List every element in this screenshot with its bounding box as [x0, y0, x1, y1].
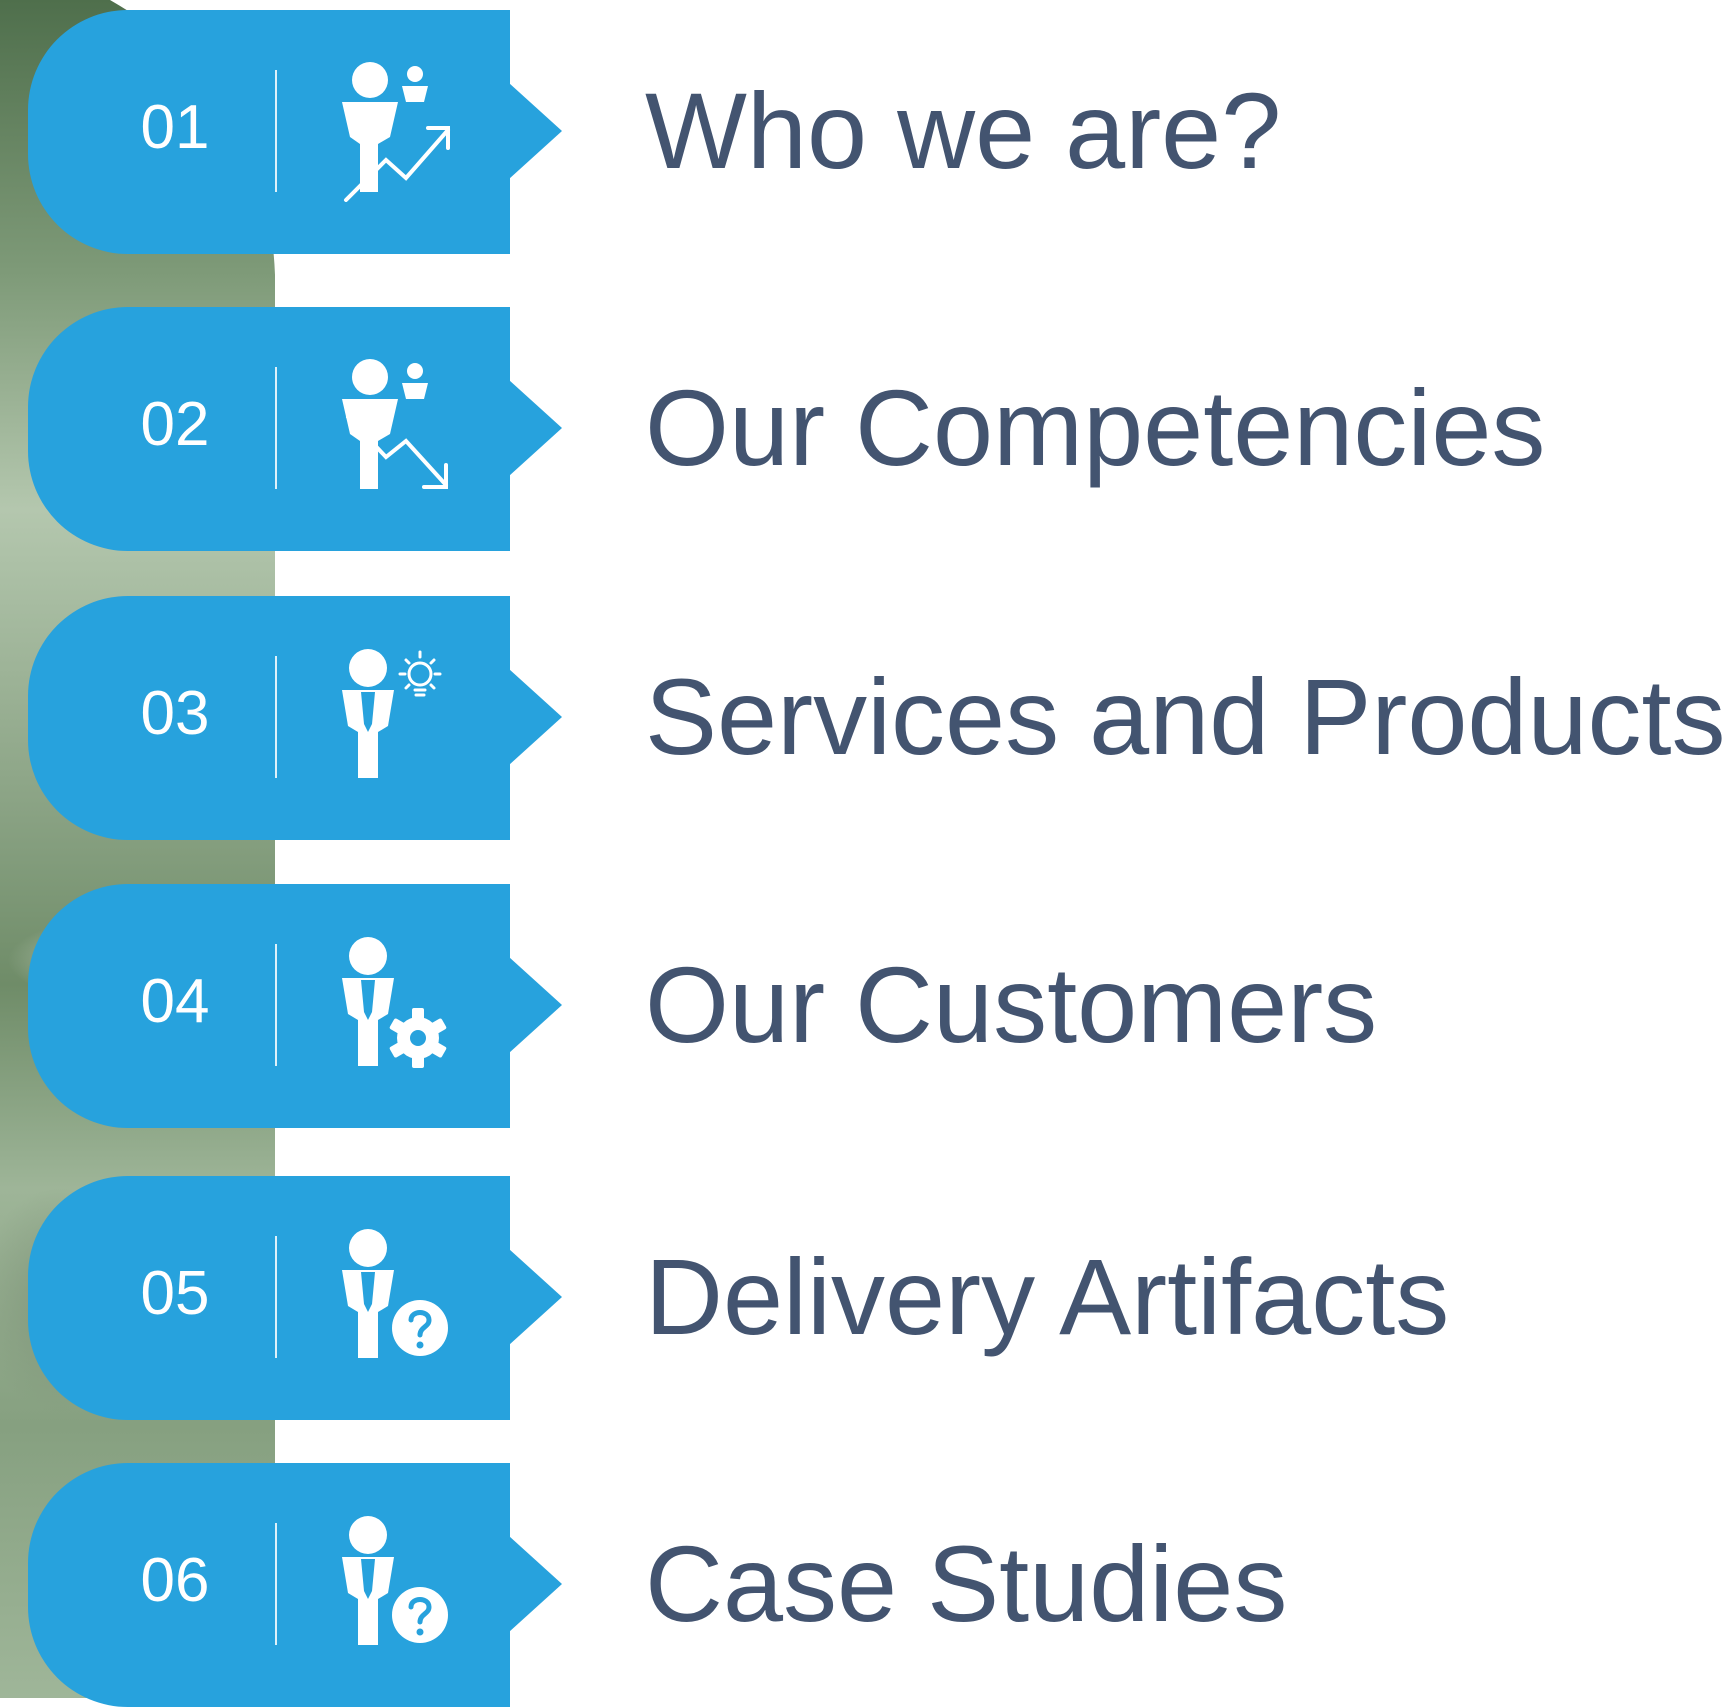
tab-divider	[275, 70, 277, 192]
agenda-label: Our Customers	[645, 944, 1378, 1065]
agenda-item-who-we-are[interactable]: 01 Who we are?	[0, 10, 1731, 254]
person-gear-icon	[342, 937, 447, 1068]
agenda-tab: 04	[28, 884, 510, 1128]
tab-divider	[275, 1523, 277, 1645]
agenda-label: Who we are?	[645, 70, 1282, 191]
agenda-label: Our Competencies	[645, 367, 1546, 488]
agenda-label: Case Studies	[645, 1523, 1288, 1644]
agenda-label: Delivery Artifacts	[645, 1236, 1450, 1357]
agenda-item-our-customers[interactable]: 04 Our Customers	[0, 884, 1731, 1128]
tab-arrow	[509, 83, 562, 179]
tab-arrow	[509, 1249, 562, 1345]
agenda-number: 03	[140, 679, 210, 748]
person-question-icon	[342, 1229, 448, 1358]
agenda-tab: 01	[28, 10, 510, 254]
agenda-item-our-competencies[interactable]: 02 Our Competencies	[0, 307, 1731, 551]
agenda-number: 02	[140, 390, 210, 459]
background-photo	[0, 0, 275, 1698]
person-chart-down-icon	[342, 359, 448, 489]
tab-divider	[275, 1236, 277, 1358]
agenda-tab: 02	[28, 307, 510, 551]
agenda-item-services-and-products[interactable]: 03 Services and Products	[0, 596, 1731, 840]
agenda-number: 05	[140, 1259, 210, 1328]
agenda-label: Services and Products	[645, 656, 1726, 777]
tab-arrow	[509, 957, 562, 1053]
agenda-tab: 05	[28, 1176, 510, 1420]
agenda-number: 04	[140, 967, 210, 1036]
agenda-number: 06	[140, 1546, 210, 1615]
agenda-item-case-studies[interactable]: 06 Case Studies	[0, 1463, 1731, 1707]
tab-arrow	[509, 1536, 562, 1632]
person-lightbulb-icon	[342, 649, 442, 778]
tab-arrow	[509, 669, 562, 765]
agenda-tab: 03	[28, 596, 510, 840]
tab-divider	[275, 656, 277, 778]
tab-arrow	[509, 380, 562, 476]
person-chart-up-icon	[342, 62, 450, 202]
tab-divider	[275, 944, 277, 1066]
person-question-icon	[342, 1516, 448, 1645]
tab-divider	[275, 367, 277, 489]
agenda-item-delivery-artifacts[interactable]: 05 Delivery Artifacts	[0, 1176, 1731, 1420]
agenda-number: 01	[140, 93, 210, 162]
agenda-tab: 06	[28, 1463, 510, 1707]
